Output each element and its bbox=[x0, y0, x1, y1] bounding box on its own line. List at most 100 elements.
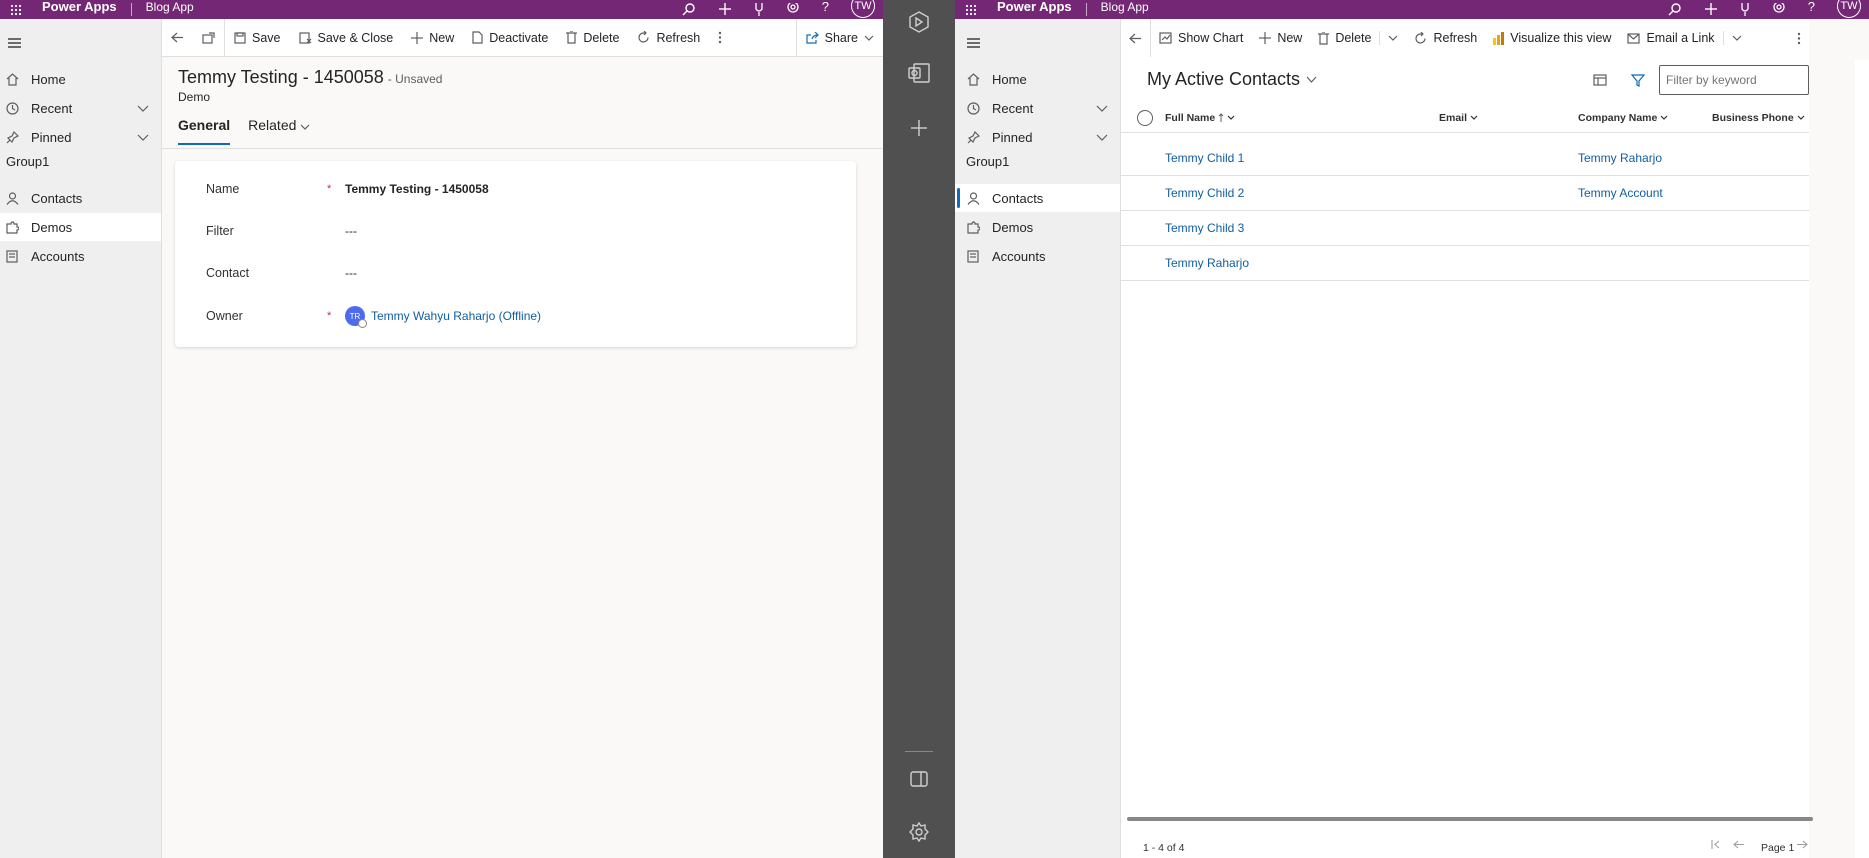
app-name[interactable]: Power Apps bbox=[42, 0, 117, 14]
full-name-link[interactable]: Temmy Child 1 bbox=[1165, 151, 1244, 165]
first-page-icon[interactable] bbox=[1711, 840, 1721, 849]
nav-item-pinned[interactable]: Pinned bbox=[955, 123, 1120, 151]
full-name-link[interactable]: Temmy Child 3 bbox=[1165, 221, 1244, 235]
column-header-email[interactable]: Email bbox=[1439, 112, 1478, 124]
next-page-icon[interactable] bbox=[1796, 840, 1808, 849]
app-subtitle[interactable]: Blog App bbox=[146, 0, 194, 14]
save-button[interactable]: Save bbox=[225, 19, 290, 56]
full-name-link[interactable]: Temmy Raharjo bbox=[1165, 256, 1249, 270]
chevron-down-icon[interactable] bbox=[137, 105, 149, 112]
hamburger-icon[interactable] bbox=[966, 38, 980, 48]
deactivate-button[interactable]: Deactivate bbox=[463, 19, 557, 56]
tab-general[interactable]: General bbox=[178, 117, 231, 145]
more-commands-button[interactable] bbox=[709, 19, 731, 56]
chevron-down-icon[interactable] bbox=[137, 134, 149, 141]
column-header-company-name[interactable]: Company Name bbox=[1578, 112, 1668, 124]
full-name-link[interactable]: Temmy Child 2 bbox=[1165, 186, 1244, 200]
new-button[interactable]: New bbox=[1251, 19, 1310, 57]
app-subtitle[interactable]: Blog App bbox=[1101, 0, 1149, 14]
name-input[interactable]: Temmy Testing - 1450058 bbox=[345, 182, 489, 196]
delete-more-button[interactable] bbox=[1380, 19, 1406, 57]
select-all-checkbox[interactable] bbox=[1137, 109, 1153, 126]
hamburger-icon[interactable] bbox=[7, 38, 21, 48]
back-button[interactable] bbox=[162, 19, 193, 56]
settings-icon[interactable] bbox=[883, 822, 955, 842]
nav-item-contacts[interactable]: Contacts bbox=[0, 184, 161, 212]
visualize-view-button[interactable]: Visualize this view bbox=[1485, 19, 1619, 57]
help-icon[interactable]: ? bbox=[822, 0, 829, 14]
table-row[interactable]: Temmy Child 2 Temmy Account bbox=[1121, 176, 1809, 211]
new-button[interactable]: New bbox=[402, 19, 463, 56]
app-launcher-icon[interactable] bbox=[0, 0, 32, 19]
nav-item-home[interactable]: Home bbox=[955, 65, 1120, 93]
company-link[interactable]: Temmy Raharjo bbox=[1578, 151, 1662, 165]
field-filter: Filter --- bbox=[175, 216, 856, 246]
topbar-actions: ? TW bbox=[682, 0, 875, 19]
more-commands-button[interactable] bbox=[1789, 19, 1809, 57]
search-icon[interactable] bbox=[1668, 2, 1682, 17]
outlook-icon[interactable] bbox=[883, 63, 955, 83]
table-row[interactable]: Temmy Child 3 bbox=[1121, 211, 1809, 246]
hamburger-menu[interactable] bbox=[0, 29, 161, 57]
nav-item-demos[interactable]: Demos bbox=[955, 213, 1120, 241]
save-close-button[interactable]: Save & Close bbox=[290, 19, 403, 56]
nav-item-home[interactable]: Home bbox=[0, 65, 161, 93]
lightbulb-icon[interactable] bbox=[1740, 2, 1750, 17]
delete-button[interactable]: Delete bbox=[1310, 19, 1379, 57]
page-indicator: Page 1 bbox=[1761, 842, 1795, 854]
horizontal-scrollbar[interactable] bbox=[1127, 817, 1813, 821]
settings-icon[interactable] bbox=[786, 2, 800, 17]
plus-icon[interactable] bbox=[718, 2, 732, 17]
nav-item-recent[interactable]: Recent bbox=[0, 94, 161, 122]
owner-link[interactable]: Temmy Wahyu Raharjo (Offline) bbox=[371, 309, 541, 323]
chevron-down-icon[interactable] bbox=[1096, 134, 1108, 141]
owner-lookup[interactable]: TR Temmy Wahyu Raharjo (Offline) bbox=[345, 306, 541, 328]
edit-columns-icon[interactable] bbox=[1593, 74, 1607, 86]
refresh-button[interactable]: Refresh bbox=[1406, 19, 1485, 57]
topbar-actions: ? TW bbox=[1668, 0, 1861, 19]
refresh-button[interactable]: Refresh bbox=[628, 19, 709, 56]
lightbulb-icon[interactable] bbox=[754, 2, 764, 17]
filter-input[interactable]: --- bbox=[345, 224, 357, 238]
show-chart-button[interactable]: Show Chart bbox=[1151, 19, 1251, 57]
vertical-scrollbar[interactable] bbox=[1855, 60, 1869, 858]
filter-icon[interactable] bbox=[1631, 73, 1645, 87]
app-launcher-icon[interactable] bbox=[955, 0, 987, 19]
copilot-icon[interactable] bbox=[883, 11, 955, 33]
help-icon[interactable]: ? bbox=[1808, 0, 1815, 14]
hamburger-menu[interactable] bbox=[955, 29, 1120, 57]
table-row[interactable]: Temmy Child 1 Temmy Raharjo bbox=[1121, 141, 1809, 176]
nav-item-demos[interactable]: Demos bbox=[0, 213, 161, 241]
nav-item-accounts[interactable]: Accounts bbox=[955, 242, 1120, 270]
user-avatar[interactable]: TW bbox=[851, 0, 875, 18]
toggle-pane-icon[interactable] bbox=[883, 771, 955, 787]
app-name[interactable]: Power Apps bbox=[997, 0, 1072, 14]
open-new-window-button[interactable] bbox=[193, 19, 224, 56]
table-row[interactable]: Temmy Raharjo bbox=[1121, 246, 1809, 281]
tab-related[interactable]: Related bbox=[248, 117, 310, 145]
view-tools bbox=[1593, 65, 1809, 95]
nav-item-recent[interactable]: Recent bbox=[955, 94, 1120, 122]
plus-icon[interactable] bbox=[1704, 2, 1718, 17]
nav-item-pinned[interactable]: Pinned bbox=[0, 123, 161, 151]
contact-lookup[interactable]: --- bbox=[345, 266, 357, 280]
settings-icon[interactable] bbox=[1772, 2, 1786, 17]
company-link[interactable]: Temmy Account bbox=[1578, 186, 1663, 200]
filter-keyword-input[interactable] bbox=[1659, 65, 1809, 95]
nav-item-contacts[interactable]: Contacts bbox=[955, 184, 1120, 212]
email-more-button[interactable] bbox=[1724, 19, 1750, 57]
nav-item-accounts[interactable]: Accounts bbox=[0, 242, 161, 270]
share-button[interactable]: Share bbox=[797, 19, 883, 56]
user-avatar[interactable]: TW bbox=[1837, 0, 1861, 18]
divider bbox=[905, 751, 933, 752]
add-pane-icon[interactable] bbox=[883, 120, 955, 136]
column-header-full-name[interactable]: Full Name bbox=[1165, 112, 1235, 124]
search-icon[interactable] bbox=[682, 2, 696, 17]
previous-page-icon[interactable] bbox=[1733, 840, 1745, 849]
email-link-button[interactable]: Email a Link bbox=[1619, 19, 1722, 57]
delete-button[interactable]: Delete bbox=[557, 19, 628, 56]
column-header-business-phone[interactable]: Business Phone bbox=[1712, 112, 1805, 124]
chevron-down-icon[interactable] bbox=[1096, 105, 1108, 112]
back-button[interactable] bbox=[1121, 19, 1150, 57]
view-selector[interactable]: My Active Contacts bbox=[1147, 69, 1317, 90]
